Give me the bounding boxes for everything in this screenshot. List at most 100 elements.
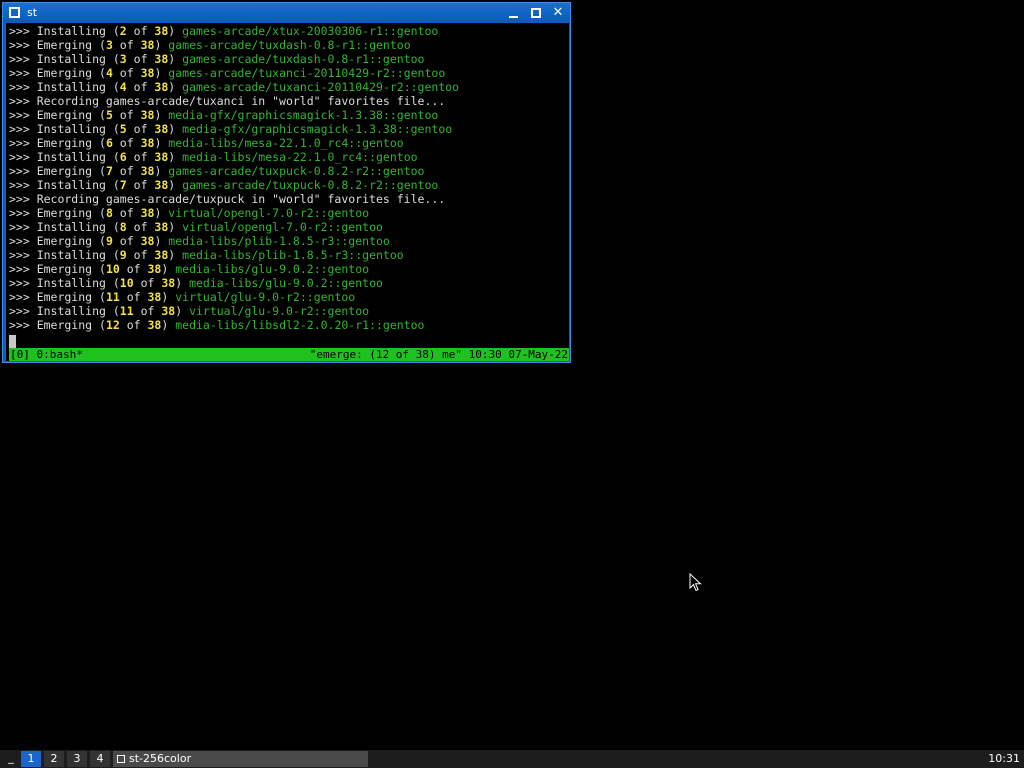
taskbar-clock: 10:31 xyxy=(988,752,1020,765)
window-menu-icon[interactable] xyxy=(9,7,20,18)
terminal-line: >>> Installing (4 of 38) games-arcade/tu… xyxy=(9,80,459,94)
line-of: of xyxy=(112,164,141,178)
line-step-number: 11 xyxy=(119,304,134,318)
line-close: ) xyxy=(168,178,183,192)
line-total-number: 38 xyxy=(147,290,162,304)
line-of: of xyxy=(126,52,155,66)
line-total-number: 38 xyxy=(147,262,162,276)
terminal-output[interactable]: >>> Installing (2 of 38) games-arcade/xt… xyxy=(6,23,569,361)
line-total-number: 38 xyxy=(140,234,155,248)
line-of: of xyxy=(126,24,155,38)
line-package: games-arcade/tuxdash-0.8-r1::gentoo xyxy=(168,38,411,52)
line-step-number: 2 xyxy=(119,24,127,38)
line-close: ) xyxy=(161,290,176,304)
tmux-status-bar: [0] 0:bash* "emerge: (12 of 38) me" 10:3… xyxy=(9,348,569,361)
line-step-number: 4 xyxy=(105,66,113,80)
line-step-number: 9 xyxy=(105,234,113,248)
line-of: of xyxy=(126,178,155,192)
line-close: ) xyxy=(175,304,190,318)
minimize-button[interactable] xyxy=(506,5,522,20)
line-of: of xyxy=(112,136,141,150)
line-prefix: >>> Installing ( xyxy=(9,220,120,234)
workspace-1-button[interactable]: 1 xyxy=(21,751,41,767)
line-of: of xyxy=(126,220,155,234)
line-package: media-gfx/graphicsmagick-1.3.38::gentoo xyxy=(168,108,439,122)
line-step-number: 12 xyxy=(105,318,120,332)
line-package: media-libs/mesa-22.1.0_rc4::gentoo xyxy=(182,150,418,164)
tmux-status-left: [0] 0:bash* xyxy=(10,348,83,361)
line-package: games-arcade/xtux-20030306-r1::gentoo xyxy=(182,24,439,38)
line-package: virtual/glu-9.0-r2::gentoo xyxy=(175,290,356,304)
line-total-number: 38 xyxy=(161,276,176,290)
line-of: of xyxy=(119,318,148,332)
close-button[interactable]: ✕ xyxy=(550,5,566,20)
line-of: of xyxy=(112,38,141,52)
taskbar: _ 1 2 3 4 st-256color 10:31 xyxy=(0,750,1024,768)
minimize-icon xyxy=(509,16,518,18)
line-step-number: 8 xyxy=(105,206,113,220)
terminal-line: >>> Installing (10 of 38) media-libs/glu… xyxy=(9,276,459,290)
workspace-2-button[interactable]: 2 xyxy=(44,751,64,767)
line-prefix: >>> Installing ( xyxy=(9,24,120,38)
workspace-3-button[interactable]: 3 xyxy=(67,751,87,767)
terminal-line: >>> Emerging (9 of 38) media-libs/plib-1… xyxy=(9,234,459,248)
line-package: media-libs/plib-1.8.5-r3::gentoo xyxy=(168,234,390,248)
line-close: ) xyxy=(161,318,176,332)
line-total-number: 38 xyxy=(154,150,169,164)
line-prefix: >>> Emerging ( xyxy=(9,38,106,52)
terminal-line: >>> Installing (11 of 38) virtual/glu-9.… xyxy=(9,304,459,318)
line-of: of xyxy=(119,262,148,276)
line-close: ) xyxy=(168,24,183,38)
line-prefix: >>> Emerging ( xyxy=(9,318,106,332)
line-package: media-libs/mesa-22.1.0_rc4::gentoo xyxy=(168,136,404,150)
line-close: ) xyxy=(168,220,183,234)
workspace-label: 4 xyxy=(96,752,104,765)
line-total-number: 38 xyxy=(154,220,169,234)
line-package: virtual/glu-9.0-r2::gentoo xyxy=(189,304,370,318)
maximize-button[interactable] xyxy=(528,5,544,20)
line-of: of xyxy=(126,248,155,262)
taskbar-task-st[interactable]: st-256color xyxy=(113,751,368,767)
line-close: ) xyxy=(154,206,169,220)
line-close: ) xyxy=(161,262,176,276)
line-close: ) xyxy=(154,66,169,80)
terminal-line: >>> Emerging (7 of 38) games-arcade/tuxp… xyxy=(9,164,459,178)
window-title: st xyxy=(27,6,38,19)
line-step-number: 6 xyxy=(105,136,113,150)
terminal-cursor xyxy=(9,335,16,348)
terminal-line: >>> Emerging (4 of 38) games-arcade/tuxa… xyxy=(9,66,459,80)
line-prefix: >>> Installing ( xyxy=(9,122,120,136)
line-of: of xyxy=(133,304,162,318)
line-total-number: 38 xyxy=(140,136,155,150)
line-total-number: 38 xyxy=(140,206,155,220)
line-of: of xyxy=(112,206,141,220)
terminal-line: >>> Installing (9 of 38) media-libs/plib… xyxy=(9,248,459,262)
taskbar-menu-button[interactable]: _ xyxy=(4,750,18,768)
line-prefix: >>> Emerging ( xyxy=(9,164,106,178)
terminal-line: >>> Installing (2 of 38) games-arcade/xt… xyxy=(9,24,459,38)
line-close: ) xyxy=(168,52,183,66)
line-close: ) xyxy=(154,136,169,150)
line-package: virtual/opengl-7.0-r2::gentoo xyxy=(182,220,383,234)
line-package: media-libs/libsdl2-2.0.20-r1::gentoo xyxy=(175,318,425,332)
terminal-line: >>> Emerging (6 of 38) media-libs/mesa-2… xyxy=(9,136,459,150)
line-step-number: 3 xyxy=(119,52,127,66)
line-of: of xyxy=(112,66,141,80)
terminal-window[interactable]: st ✕ >>> Installing (2 of 38) games-arca… xyxy=(2,2,571,363)
line-text: >>> Recording games-arcade/tuxpuck in "w… xyxy=(9,192,446,206)
line-step-number: 10 xyxy=(105,262,120,276)
line-close: ) xyxy=(168,80,183,94)
line-package: games-arcade/tuxpuck-0.8.2-r2::gentoo xyxy=(182,178,439,192)
terminal-line: >>> Installing (7 of 38) games-arcade/tu… xyxy=(9,178,459,192)
workspace-label: 2 xyxy=(50,752,58,765)
window-titlebar[interactable]: st ✕ xyxy=(3,3,570,22)
line-total-number: 38 xyxy=(154,80,169,94)
line-prefix: >>> Emerging ( xyxy=(9,66,106,80)
terminal-line: >>> Emerging (11 of 38) virtual/glu-9.0-… xyxy=(9,290,459,304)
line-text: >>> Recording games-arcade/tuxanci in "w… xyxy=(9,94,446,108)
workspace-4-button[interactable]: 4 xyxy=(90,751,110,767)
line-close: ) xyxy=(168,150,183,164)
line-of: of xyxy=(112,108,141,122)
line-step-number: 3 xyxy=(105,38,113,52)
line-package: media-libs/glu-9.0.2::gentoo xyxy=(175,262,370,276)
